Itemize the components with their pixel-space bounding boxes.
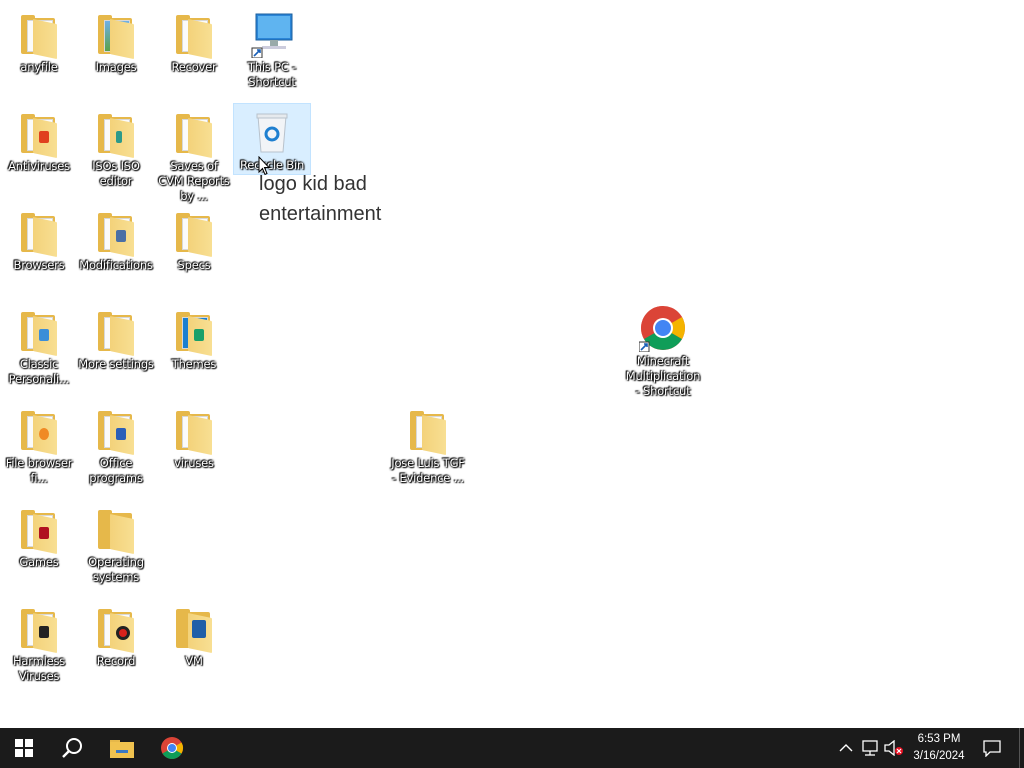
- file-explorer-icon: [110, 740, 134, 758]
- icon-label: Jose Luis TGF - Evidence ...: [391, 456, 465, 485]
- notification-icon[interactable]: [982, 738, 1002, 758]
- volume-muted-icon[interactable]: [884, 738, 904, 758]
- desktop-icon-viruses[interactable]: viruses: [156, 402, 232, 471]
- desktop-icon-specs[interactable]: Specs: [156, 204, 232, 273]
- chrome-icon: [638, 304, 687, 353]
- folder-icon: [92, 406, 140, 456]
- tooltip: logo kid bad entertainment: [259, 173, 382, 225]
- icon-label: ISOs ISO editor: [92, 159, 140, 188]
- clock-date: 3/16/2024: [913, 750, 965, 762]
- desktop-icon-jose-luis-tgf[interactable]: Jose Luis TGF - Evidence ...: [390, 402, 466, 486]
- desktop-icon-anyfile[interactable]: anyfile: [1, 6, 77, 75]
- desktop-icon-saves-of-cvm[interactable]: Saves of CVM Reports by ...: [156, 105, 232, 204]
- icon-label: Saves of CVM Reports by ...: [158, 159, 230, 203]
- windows-logo-icon: [15, 739, 33, 757]
- taskbar: 6:53 PM 3/16/2024: [0, 728, 1024, 768]
- folder-icon: [92, 307, 140, 357]
- desktop-icon-games[interactable]: Games: [1, 501, 77, 570]
- icon-label: Classic Personali...: [8, 357, 70, 386]
- icon-label: Recover: [171, 60, 217, 74]
- desktop-icon-office-programs[interactable]: Office programs: [78, 402, 154, 486]
- icon-label: Modifications: [79, 258, 153, 272]
- taskbar-file-explorer[interactable]: [98, 728, 146, 768]
- folder-icon: [170, 208, 218, 258]
- clock-time: 6:53 PM: [917, 733, 961, 745]
- search-button[interactable]: [48, 728, 96, 768]
- icon-label: This PC - Shortcut: [247, 60, 297, 89]
- desktop-icon-antiviruses[interactable]: Antiviruses: [1, 105, 77, 174]
- folder-icon: [170, 307, 218, 357]
- desktop-icon-more-settings[interactable]: More settings: [78, 303, 154, 372]
- recycle-bin-icon: [248, 108, 296, 156]
- icon-label: VM: [185, 654, 203, 668]
- desktop-icon-harmless-viruses[interactable]: Harmless Viruses: [1, 600, 77, 684]
- icon-label: Antiviruses: [8, 159, 70, 173]
- folder-icon: [15, 10, 63, 60]
- icon-label: Browsers: [13, 258, 65, 272]
- cursor-icon: [258, 156, 270, 176]
- icon-label: Record: [96, 654, 136, 668]
- desktop[interactable]: anyfile Antiviruses Browsers Classic Per…: [0, 0, 1024, 728]
- icon-label: More settings: [78, 357, 154, 371]
- folder-icon: [15, 406, 63, 456]
- folder-icon: [92, 10, 140, 60]
- search-icon: [62, 738, 82, 758]
- icon-label: Office programs: [89, 456, 143, 485]
- icon-label: File browser fi...: [5, 456, 73, 485]
- folder-icon: [170, 406, 218, 456]
- chevron-up-icon[interactable]: [836, 738, 856, 758]
- desktop-icon-recover[interactable]: Recover: [156, 6, 232, 75]
- desktop-icon-classic-personalization[interactable]: Classic Personali...: [1, 303, 77, 387]
- show-desktop-button[interactable]: [1019, 728, 1024, 768]
- desktop-icon-browsers[interactable]: Browsers: [1, 204, 77, 273]
- folder-icon: [15, 208, 63, 258]
- folder-icon: [92, 604, 140, 654]
- icon-label: viruses: [174, 456, 214, 470]
- icon-label: anyfile: [20, 60, 58, 74]
- desktop-icon-operating-systems[interactable]: Operating systems: [78, 501, 154, 585]
- icon-label: Games: [19, 555, 59, 569]
- folder-icon: [15, 604, 63, 654]
- icon-label: Minecraft Multiplication - Shortcut: [625, 354, 701, 398]
- desktop-icon-images[interactable]: Images: [78, 6, 154, 75]
- taskbar-chrome[interactable]: [148, 728, 196, 768]
- desktop-icon-isos-iso-editor[interactable]: ISOs ISO editor: [78, 105, 154, 189]
- icon-label: Harmless Viruses: [12, 654, 66, 683]
- folder-icon: [15, 505, 63, 555]
- desktop-icon-modifications[interactable]: Modifications: [78, 204, 154, 273]
- desktop-icon-minecraft-multiplication[interactable]: Minecraft Multiplication - Shortcut: [625, 300, 701, 399]
- folder-icon: [92, 109, 140, 159]
- folder-icon: [15, 109, 63, 159]
- icon-label: Specs: [177, 258, 211, 272]
- folder-icon: [404, 406, 452, 456]
- folder-icon: [92, 208, 140, 258]
- icon-label: Themes: [171, 357, 217, 371]
- folder-icon: [15, 307, 63, 357]
- computer-icon: [248, 10, 296, 59]
- desktop-icon-vm[interactable]: VM: [156, 600, 232, 669]
- desktop-icon-this-pc[interactable]: This PC - Shortcut: [234, 6, 310, 90]
- desktop-icon-record[interactable]: Record: [78, 600, 154, 669]
- desktop-icon-file-browser[interactable]: File browser fi...: [1, 402, 77, 486]
- icon-label: Images: [95, 60, 137, 74]
- chrome-icon: [161, 737, 183, 759]
- virtualbox-icon: [170, 604, 218, 654]
- folder-icon: [170, 109, 218, 159]
- desktop-icon-themes[interactable]: Themes: [156, 303, 232, 372]
- system-clock[interactable]: 6:53 PM 3/16/2024: [904, 731, 974, 765]
- folder-icon: [92, 505, 140, 555]
- desktop-icon-recycle-bin[interactable]: Recycle Bin: [233, 103, 311, 175]
- network-icon[interactable]: [860, 738, 880, 758]
- icon-label: Operating systems: [88, 555, 144, 584]
- start-button[interactable]: [0, 728, 48, 768]
- folder-icon: [170, 10, 218, 60]
